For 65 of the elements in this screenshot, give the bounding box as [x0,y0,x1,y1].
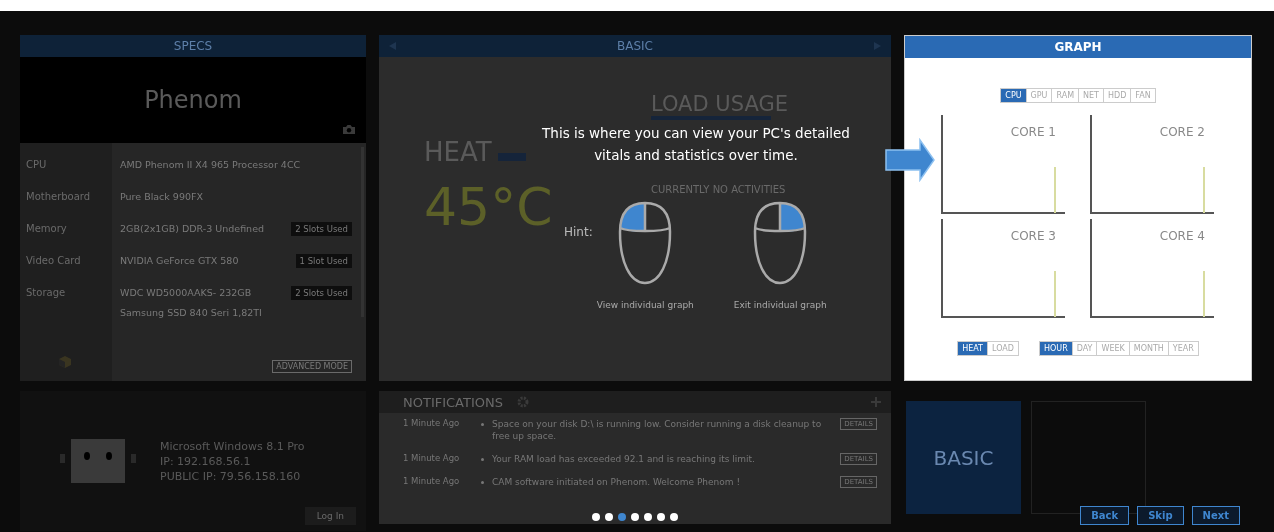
next-arrow-icon[interactable] [873,42,881,50]
spec-value: Samsung SSD 840 Seri 1,82TI [120,306,263,320]
core-title: CORE 2 [1159,125,1205,139]
add-icon[interactable] [871,397,881,407]
graph-header: GRAPH [905,36,1251,58]
hint-caption: View individual graph [596,300,694,310]
public-ip-address: PUBLIC IP: 79.56.158.160 [160,468,302,484]
advanced-mode-button[interactable]: ADVANCED MODE [272,360,352,373]
cube-icon [58,355,72,369]
bullet-icon [481,481,484,484]
mode-tile[interactable]: BASIC [906,401,1021,514]
spec-label: CPU [25,158,48,172]
basic-title: BASIC [617,39,653,53]
os-name: Microsoft Windows 8.1 Pro [160,438,305,454]
page-dot[interactable] [605,513,613,521]
metric-tab[interactable]: HEAT [958,342,987,355]
activity-status: CURRENTLY NO ACTIVITIES [651,184,786,195]
tour-button[interactable]: Next [1191,506,1240,525]
page-dot[interactable] [657,513,665,521]
notification-time: 1 Minute Ago [403,418,461,428]
login-button[interactable]: Log In [304,507,356,525]
spec-label: Memory [25,222,68,236]
slot-badge: 2 Slots Used [291,222,352,236]
mouse-icon [617,200,674,286]
notification-message: CAM software initiated on Phenom. Welcome Phenom ! [492,476,742,488]
specs-header: SPECS [20,35,366,57]
spec-label: Video Card [25,254,82,268]
page-dot[interactable] [618,513,626,521]
page-dot[interactable] [670,513,678,521]
settings-icon[interactable] [517,396,529,408]
page-dot[interactable] [631,513,639,521]
source-tab[interactable]: CPU [1001,89,1026,102]
previous-arrow-icon[interactable] [389,42,397,50]
hint-label: Hint: [564,225,593,239]
spec-value: Pure Black 990FX [120,190,204,204]
core-title: CORE 3 [1010,229,1056,243]
tour-message: This is where you can view your PC's detailed vitals and statistics over time. [541,124,851,165]
slot-badge: 2 Slots Used [291,286,352,300]
core-title: CORE 4 [1159,229,1205,243]
spec-value: NVIDIA GeForce GTX 580 [120,254,240,268]
page-dot[interactable] [644,513,652,521]
computer-name: Phenom [144,86,242,114]
range-tab[interactable]: HOUR [1039,342,1072,355]
notifications-title: NOTIFICATIONS [403,394,503,410]
notification-time: 1 Minute Ago [403,453,461,463]
pointer-arrow-icon [884,138,936,182]
mouse-icon [752,200,809,286]
hint-caption: Exit individual graph [733,300,827,310]
ip-address: IP: 192.168.56.1 [160,453,252,469]
notification-message: Space on your disk D:\ is running low. Consider running a disk cleanup to free up space. [492,418,822,442]
spec-label: Storage [25,286,67,300]
tour-button[interactable]: Back [1080,506,1130,525]
slot-badge: 1 Slot Used [295,254,352,268]
core-title: CORE 1 [1010,125,1056,139]
robot-icon [60,439,136,483]
bullet-icon [481,423,484,426]
notification-message: Your RAM load has exceeded 92.1 and is reaching its limit. [492,453,756,465]
tour-button[interactable]: Skip [1137,506,1184,525]
spec-label: Motherboard [25,190,92,204]
spec-value: WDC WD5000AAKS- 232GB [120,286,253,300]
page-dot[interactable] [592,513,600,521]
spec-value: 2GB(2x1GB) DDR-3 Undefined [120,222,265,236]
bullet-icon [481,458,484,461]
notification-time: 1 Minute Ago [403,476,461,486]
camera-icon[interactable] [342,124,356,135]
